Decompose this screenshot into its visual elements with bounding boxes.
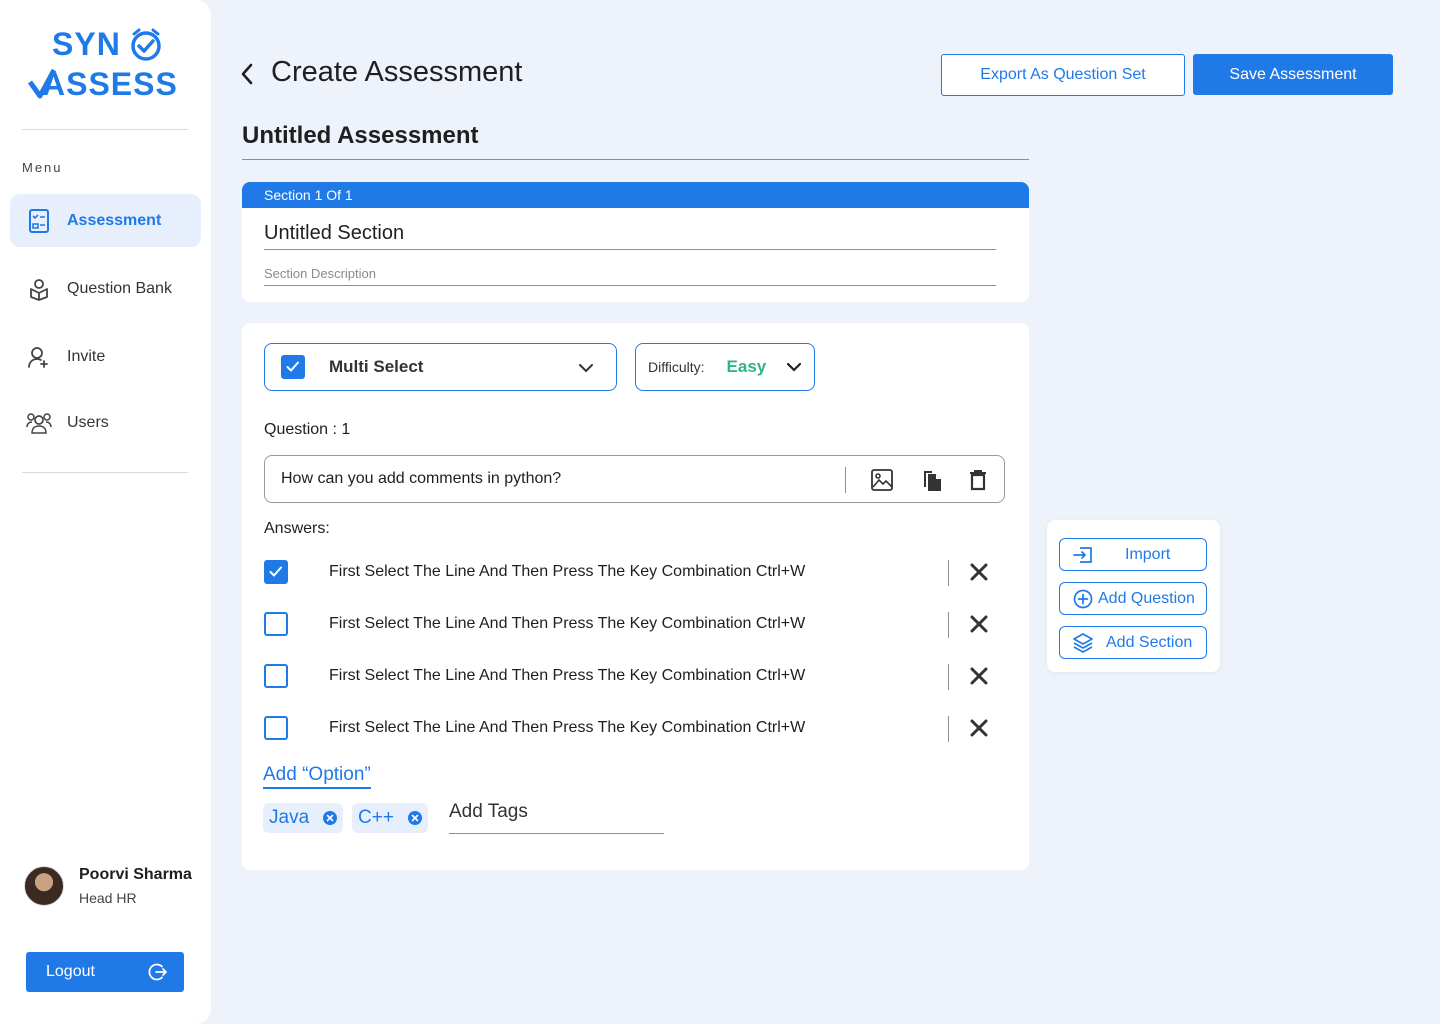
menu-label: Menu [22, 160, 63, 175]
question-type-select[interactable]: Multi Select [264, 343, 617, 391]
tag-chip: C++ [352, 803, 428, 833]
sidebar-item-label: Assessment [67, 211, 162, 229]
answer-option: First Select The Line And Then Press The… [264, 560, 994, 586]
remove-tag-icon[interactable] [407, 811, 422, 825]
question-text-input[interactable]: How can you add comments in python? [264, 455, 1005, 503]
back-arrow-icon[interactable] [236, 60, 260, 88]
answer-checkbox[interactable] [264, 560, 288, 584]
answer-checkbox[interactable] [264, 612, 288, 636]
sidebar-item-assessment[interactable]: Assessment [10, 194, 201, 247]
section-card: Section 1 Of 1 Untitled Section Section … [242, 182, 1029, 302]
sidebar-item-question-bank[interactable]: Question Bank [10, 262, 201, 315]
difficulty-value: Easy [726, 357, 767, 376]
tag-label: C++ [358, 807, 394, 828]
add-question-button[interactable]: Add Question [1059, 582, 1207, 615]
close-icon[interactable] [968, 613, 990, 635]
sidebar-item-users[interactable]: Users [10, 396, 201, 449]
divider [948, 560, 949, 586]
answer-option: First Select The Line And Then Press The… [264, 716, 994, 742]
close-icon[interactable] [968, 665, 990, 687]
divider [948, 612, 949, 638]
trash-icon[interactable] [965, 467, 991, 493]
answer-text[interactable]: First Select The Line And Then Press The… [329, 563, 805, 581]
answer-text[interactable]: First Select The Line And Then Press The… [329, 719, 805, 737]
divider [948, 716, 949, 742]
brand-line1: SYN [52, 26, 121, 62]
add-section-button[interactable]: Add Section [1059, 626, 1207, 659]
save-assessment-button[interactable]: Save Assessment [1193, 54, 1393, 95]
logout-label: Logout [46, 963, 95, 980]
logout-button[interactable]: Logout [26, 952, 184, 992]
action-panel: Import Add Question Add Section [1047, 520, 1220, 672]
close-icon[interactable] [968, 561, 990, 583]
section-indicator: Section 1 Of 1 [242, 182, 1029, 208]
image-icon[interactable] [869, 467, 895, 493]
user-add-icon [26, 344, 52, 370]
brand-line2: ASSESS [42, 66, 178, 102]
sidebar-item-label: Users [67, 413, 109, 431]
sidebar-divider [22, 129, 188, 130]
user-profile[interactable]: Poorvi Sharma Head HR [24, 866, 192, 906]
answer-text[interactable]: First Select The Line And Then Press The… [329, 667, 805, 685]
answers-label: Answers: [264, 520, 330, 537]
checklist-icon [26, 208, 52, 234]
add-question-label: Add Question [1098, 589, 1195, 607]
answer-option: First Select The Line And Then Press The… [264, 664, 994, 690]
section-description-input[interactable]: Section Description [264, 266, 996, 286]
section-name-input[interactable]: Untitled Section [264, 222, 996, 250]
answer-option: First Select The Line And Then Press The… [264, 612, 994, 638]
question-type-value: Multi Select [329, 357, 424, 376]
divider [845, 467, 846, 493]
add-tags-input[interactable]: Add Tags [449, 801, 664, 834]
question-card: Multi Select Difficulty: Easy Question :… [242, 323, 1029, 870]
sidebar-item-label: Question Bank [67, 279, 172, 297]
answer-text[interactable]: First Select The Line And Then Press The… [329, 615, 805, 633]
sidebar-item-label: Invite [67, 347, 106, 365]
chevron-down-icon [579, 364, 593, 373]
chevron-down-icon [786, 362, 802, 372]
tag-chip: Java [263, 803, 344, 833]
logout-icon [148, 963, 167, 981]
layers-icon [1072, 632, 1094, 654]
difficulty-select[interactable]: Difficulty: Easy [635, 343, 815, 391]
copy-icon[interactable] [919, 467, 945, 493]
clock-check-icon [131, 28, 161, 61]
import-icon [1072, 544, 1094, 566]
page-title: Create Assessment [271, 56, 523, 88]
sidebar: SYN ASSESS Menu Assessment Question Bank… [0, 0, 211, 1024]
divider [948, 664, 949, 690]
export-question-set-button[interactable]: Export As Question Set [941, 54, 1185, 96]
difficulty-label: Difficulty: [648, 359, 705, 375]
add-option-link[interactable]: Add “Option” [263, 764, 371, 789]
sidebar-item-invite[interactable]: Invite [10, 330, 201, 383]
avatar [24, 866, 64, 906]
tag-label: Java [269, 807, 310, 828]
assessment-title-input[interactable]: Untitled Assessment [242, 122, 1029, 160]
question-text: How can you add comments in python? [281, 470, 562, 487]
add-section-label: Add Section [1106, 633, 1193, 651]
import-label: Import [1125, 545, 1171, 563]
checkbox-icon [281, 355, 305, 379]
sidebar-divider [22, 472, 188, 473]
question-number-label: Question : 1 [264, 421, 351, 438]
question-bank-icon [26, 276, 52, 302]
close-icon[interactable] [968, 717, 990, 739]
profile-role: Head HR [79, 890, 137, 906]
profile-name: Poorvi Sharma [79, 866, 192, 883]
users-icon [26, 410, 52, 436]
answer-checkbox[interactable] [264, 664, 288, 688]
plus-circle-icon [1072, 588, 1094, 610]
remove-tag-icon[interactable] [323, 811, 338, 825]
brand-logo[interactable]: SYN ASSESS [28, 26, 178, 102]
import-button[interactable]: Import [1059, 538, 1207, 571]
answer-checkbox[interactable] [264, 716, 288, 740]
